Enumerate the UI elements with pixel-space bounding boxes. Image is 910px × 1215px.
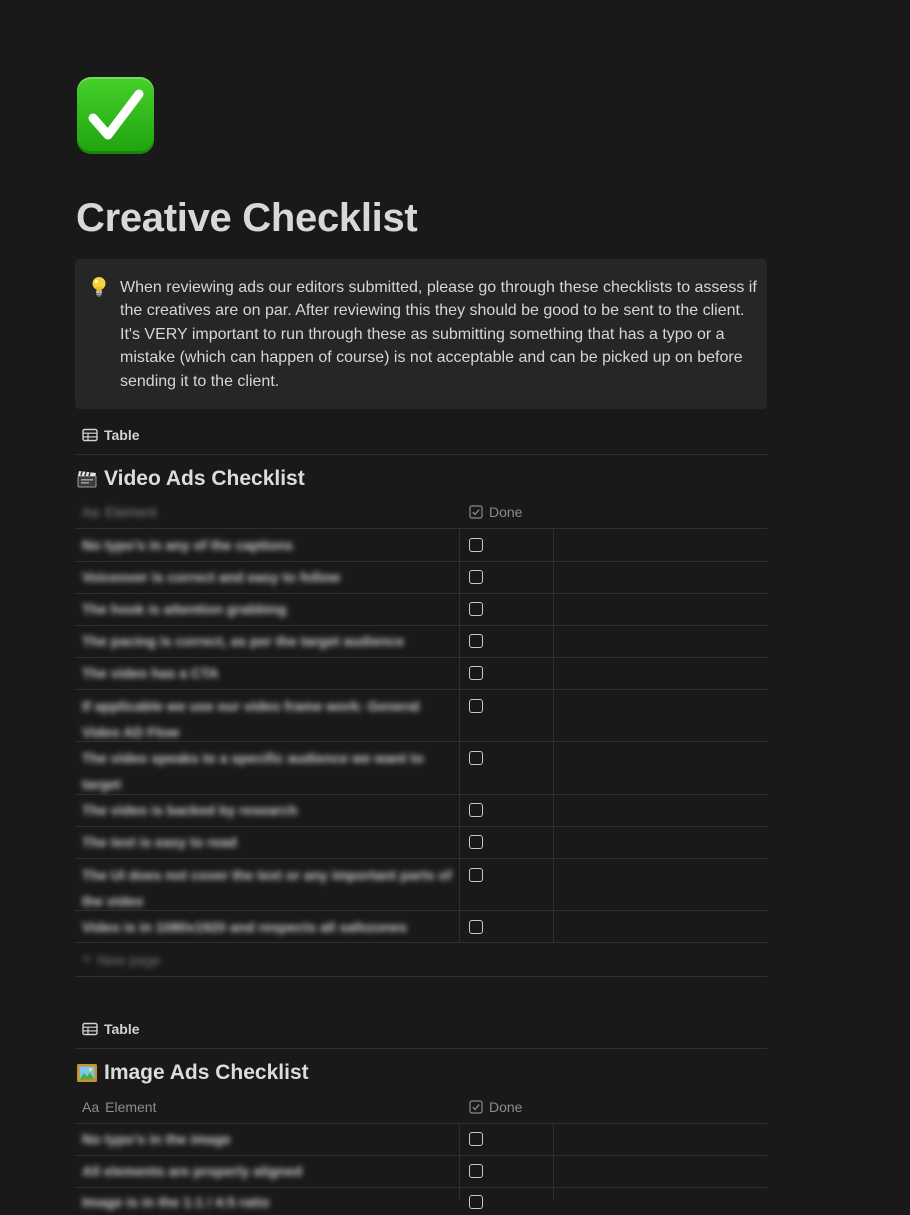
divider <box>75 1048 767 1049</box>
divider <box>75 1155 767 1156</box>
text-property-icon: Aa <box>82 1099 100 1115</box>
done-checkbox[interactable] <box>469 920 483 934</box>
database-title[interactable]: Image Ads Checklist <box>76 1061 309 1085</box>
divider <box>75 794 767 795</box>
column-header-element[interactable]: Aa Element <box>82 504 156 520</box>
table-row-element[interactable]: No typo's in the image <box>82 1126 452 1152</box>
check-mark-button-icon[interactable] <box>77 77 154 154</box>
database-title-text: Video Ads Checklist <box>104 467 305 490</box>
column-header-element[interactable]: Aa Element <box>82 1099 156 1115</box>
done-checkbox[interactable] <box>469 570 483 584</box>
table-row-element[interactable]: All elements are properly aligned <box>82 1158 452 1184</box>
column-header-done[interactable]: Done <box>469 504 522 520</box>
database-title-text: Image Ads Checklist <box>104 1061 309 1084</box>
divider <box>75 741 767 742</box>
divider <box>75 528 767 529</box>
table-row-element[interactable]: Voiceover is correct and easy to follow <box>82 564 452 590</box>
framed-picture-icon <box>77 1064 97 1082</box>
divider <box>75 1187 767 1188</box>
done-checkbox[interactable] <box>469 634 483 648</box>
clapper-board-icon <box>77 471 97 488</box>
divider <box>75 910 767 911</box>
column-divider <box>553 1124 554 1200</box>
divider <box>75 976 767 977</box>
done-checkbox[interactable] <box>469 699 483 713</box>
tab-label: Table <box>104 427 140 443</box>
page-title[interactable]: Creative Checklist <box>76 196 418 241</box>
table-row-element[interactable]: Video is in 1080x1920 and respects all s… <box>82 914 452 940</box>
table-row-element[interactable]: If applicable we use our video frame wor… <box>82 693 452 745</box>
table-row-element[interactable]: The video speaks to a specific audience … <box>82 745 452 797</box>
done-checkbox[interactable] <box>469 803 483 817</box>
tab-label: Table <box>104 1021 140 1037</box>
checkbox-property-icon <box>469 505 483 519</box>
column-header-label: Done <box>489 1099 523 1115</box>
table-icon <box>82 1022 98 1036</box>
divider <box>75 1123 767 1124</box>
table-icon <box>82 428 98 442</box>
divider <box>75 657 767 658</box>
column-divider <box>459 529 460 943</box>
done-checkbox[interactable] <box>469 1164 483 1178</box>
column-header-done[interactable]: Done <box>469 1099 522 1115</box>
checkbox-property-icon <box>469 1100 483 1114</box>
column-header-label: Element <box>105 504 157 520</box>
column-divider <box>553 529 554 943</box>
table-row-element[interactable]: No typo's in any of the captions <box>82 532 452 558</box>
divider <box>75 858 767 859</box>
new-page-label: New page <box>97 952 161 968</box>
divider <box>75 689 767 690</box>
done-checkbox[interactable] <box>469 751 483 765</box>
done-checkbox[interactable] <box>469 1195 483 1209</box>
column-divider <box>459 1124 460 1200</box>
done-checkbox[interactable] <box>469 666 483 680</box>
done-checkbox[interactable] <box>469 1132 483 1146</box>
table-row-element[interactable]: The pacing is correct, as per the target… <box>82 628 452 654</box>
divider <box>75 625 767 626</box>
plus-icon: + <box>82 951 92 968</box>
callout-block[interactable]: When reviewing ads our editors submitted… <box>75 259 767 409</box>
table-row-element[interactable]: The text is easy to read <box>82 829 452 855</box>
tab-table-view[interactable]: Table <box>82 1019 140 1039</box>
divider <box>75 561 767 562</box>
tab-table-view[interactable]: Table <box>82 425 140 445</box>
column-header-label: Element <box>105 1099 157 1115</box>
table-row-element[interactable]: The video has a CTA <box>82 660 452 686</box>
column-header-label: Done <box>489 504 523 520</box>
table-row-element[interactable]: The hook is attention grabbing <box>82 596 452 622</box>
done-checkbox[interactable] <box>469 538 483 552</box>
divider <box>75 826 767 827</box>
divider <box>75 593 767 594</box>
done-checkbox[interactable] <box>469 602 483 616</box>
divider <box>75 942 767 943</box>
done-checkbox[interactable] <box>469 835 483 849</box>
database-title[interactable]: Video Ads Checklist <box>76 467 305 491</box>
new-page-button[interactable]: + New page <box>82 951 160 969</box>
callout-text: When reviewing ads our editors submitted… <box>120 279 757 390</box>
text-property-icon: Aa <box>82 504 100 520</box>
table-row-element[interactable]: Image is in the 1:1 / 4:5 ratio <box>82 1189 452 1215</box>
table-row-element[interactable]: The UI does not cover the text or any im… <box>82 862 452 914</box>
table-row-element[interactable]: The video is backed by research <box>82 797 452 823</box>
divider <box>75 454 767 455</box>
light-bulb-icon <box>92 277 106 297</box>
done-checkbox[interactable] <box>469 868 483 882</box>
